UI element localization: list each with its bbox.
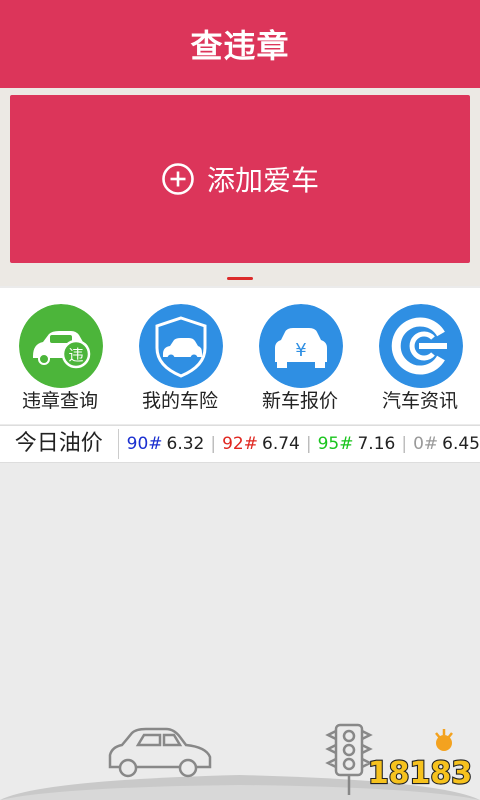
feature-label: 违章查询: [21, 390, 98, 412]
app-header: 查违章: [0, 0, 480, 88]
feature-grid: 违 违章查询 我的车险 ¥ 新车报价 汽车资讯: [0, 288, 480, 424]
feature-label: 新车报价: [261, 390, 338, 412]
watermark-logo: 18183: [367, 729, 473, 792]
page-title: 查违章: [190, 27, 290, 65]
oil-code: 90#: [126, 434, 163, 454]
new-car-price-icon: ¥: [259, 304, 343, 388]
feature-violation-query[interactable]: 违 违章查询: [0, 288, 120, 424]
add-car-button[interactable]: 添加爱车: [10, 95, 470, 263]
oil-code: 0#: [413, 434, 439, 454]
feature-my-insurance[interactable]: 我的车险: [120, 288, 240, 424]
oil-price-bar[interactable]: 今日油价 90# 6.32 | 92# 6.74 | 95# 7.16 | 0# 6.4…: [0, 425, 480, 463]
oil-item-90: 90# 6.32: [127, 434, 205, 454]
feature-label: 我的车险: [141, 390, 218, 412]
oil-item-92: 92# 6.74: [222, 434, 300, 454]
separator: |: [401, 434, 408, 454]
car-news-e-icon: [379, 304, 463, 388]
car-insurance-shield-icon: [139, 304, 223, 388]
oil-price-list: 90# 6.32 | 92# 6.74 | 95# 7.16 | 0# 6.45: [119, 434, 480, 454]
road-illustration: 18183: [0, 723, 480, 800]
oil-code: 95#: [317, 434, 354, 454]
oil-price: 7.16: [357, 434, 396, 454]
car-violation-icon: 违: [19, 304, 103, 388]
oil-price: 6.74: [262, 434, 300, 454]
violation-badge-text: 违: [68, 346, 83, 364]
page-indicator: [227, 277, 253, 280]
separator: |: [305, 434, 312, 454]
banner: 添加爱车: [0, 88, 480, 286]
oil-price: 6.45: [442, 434, 480, 454]
oil-price: 6.32: [166, 434, 205, 454]
feature-new-car-price[interactable]: ¥ 新车报价: [240, 288, 360, 424]
oil-item-95: 95# 7.16: [318, 434, 396, 454]
oil-price-title: 今日油价: [0, 429, 119, 459]
oil-item-0: 0# 6.45: [413, 434, 480, 454]
car-outline-icon: [108, 727, 212, 778]
feature-label: 汽车资讯: [381, 390, 458, 412]
watermark-text: 18183: [368, 756, 472, 791]
price-badge-text: ¥: [295, 340, 306, 361]
oil-code: 92#: [222, 434, 258, 454]
add-circle-icon: [162, 163, 194, 195]
add-car-label: 添加爱车: [206, 164, 319, 197]
feature-car-news[interactable]: 汽车资讯: [360, 288, 480, 424]
separator: |: [210, 434, 217, 454]
